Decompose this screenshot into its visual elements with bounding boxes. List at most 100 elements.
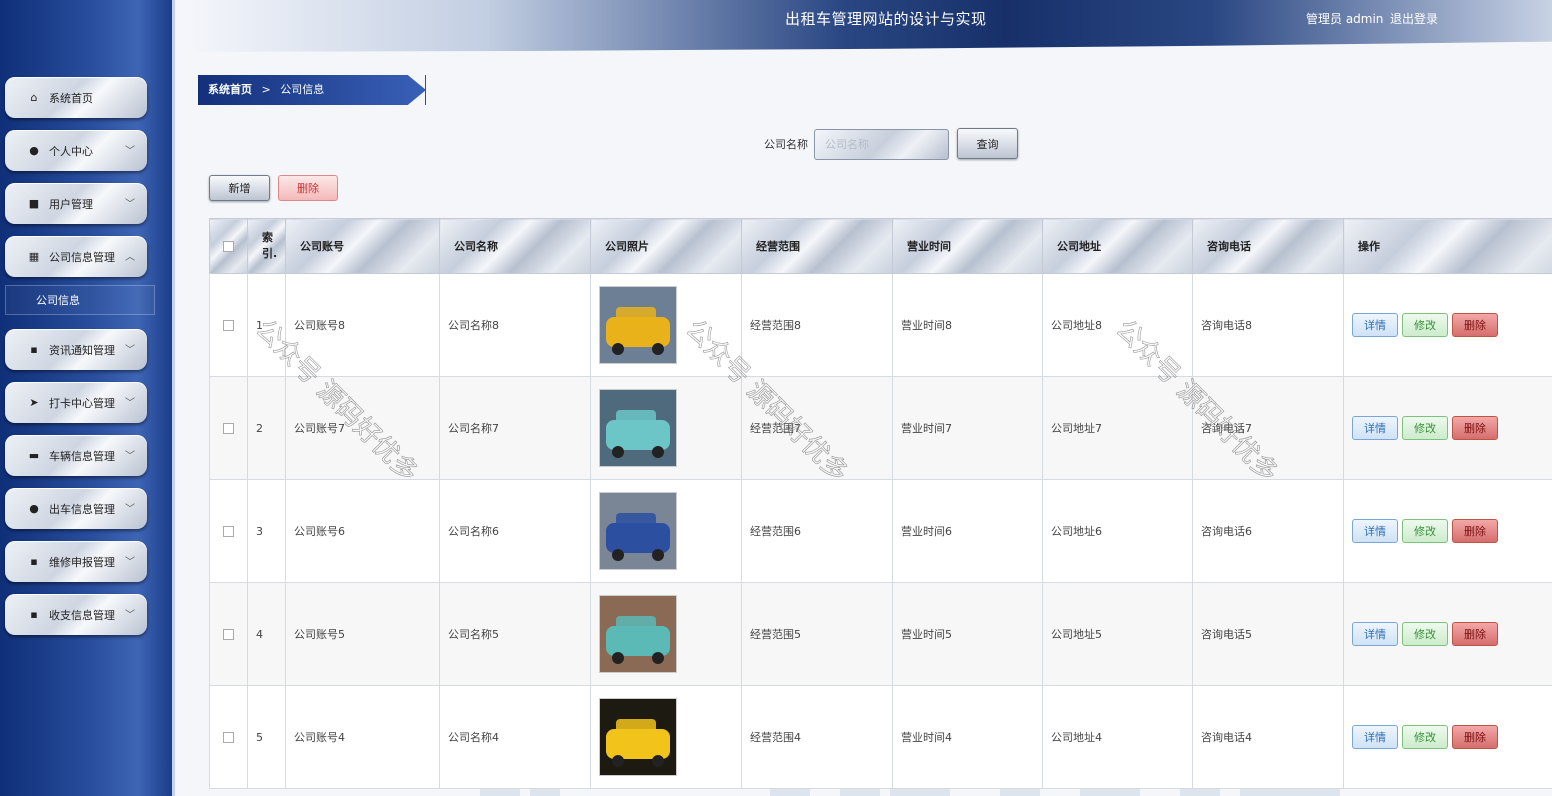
row-checkbox[interactable]: [222, 732, 234, 743]
cell-name: 公司名称8: [439, 273, 591, 377]
detail-button[interactable]: 详情: [1352, 416, 1398, 440]
row-select-cell[interactable]: [209, 273, 248, 377]
cell-photo: [590, 479, 742, 583]
edit-button[interactable]: 修改: [1402, 622, 1448, 646]
sidebar-item-3[interactable]: ▦ 公司信息管理 ︿: [5, 236, 147, 277]
cell-address: 公司地址6: [1042, 479, 1193, 583]
user-icon: ●: [29, 144, 39, 157]
batch-delete-button[interactable]: 删除: [278, 175, 338, 201]
cell-index: 1: [247, 273, 286, 377]
sidebar-item-6[interactable]: ▬ 车辆信息管理 ﹀: [5, 435, 147, 476]
breadcrumb-home[interactable]: 系统首页: [208, 83, 252, 96]
detail-button[interactable]: 详情: [1352, 622, 1398, 646]
cell-account: 公司账号5: [285, 582, 440, 686]
cell-scope: 经营范围8: [741, 273, 893, 377]
cell-address: 公司地址7: [1042, 376, 1193, 480]
sidebar: ⌂ 系统首页 ● 个人中心 ﹀ ■ 用户管理 ﹀ ▦ 公司信息管理 ︿ 公司信息 ▪ 资讯通知管理 ﹀ ➤ 打卡…: [0, 0, 175, 796]
header-hours: 营业时间: [892, 218, 1043, 274]
cell-account: 公司账号6: [285, 479, 440, 583]
company-name-search-input[interactable]: [814, 129, 949, 160]
cell-photo: [590, 582, 742, 686]
chevron-down-icon: ﹀: [125, 504, 135, 515]
detail-button[interactable]: 详情: [1352, 519, 1398, 543]
detail-button[interactable]: 详情: [1352, 313, 1398, 337]
company-photo: [599, 389, 677, 467]
delete-button[interactable]: 删除: [1452, 519, 1498, 543]
edit-button[interactable]: 修改: [1402, 416, 1448, 440]
row-select-cell[interactable]: [209, 376, 248, 480]
edit-button[interactable]: 修改: [1402, 519, 1448, 543]
breadcrumb-current: 公司信息: [280, 83, 325, 96]
grid-icon: ▪: [30, 555, 38, 568]
row-select-cell[interactable]: [209, 582, 248, 686]
cell-index: 2: [247, 376, 286, 480]
chevron-down-icon: ﹀: [125, 345, 135, 356]
sidebar-item-5[interactable]: ➤ 打卡中心管理 ﹀: [5, 382, 147, 423]
breadcrumb-separator: >: [261, 83, 271, 96]
cell-operations: 详情 修改 删除: [1343, 376, 1552, 480]
delete-button[interactable]: 删除: [1452, 622, 1498, 646]
search-button[interactable]: 查询: [957, 128, 1018, 159]
row-select-cell[interactable]: [209, 685, 248, 789]
cell-phone: 咨询电话8: [1192, 273, 1344, 377]
home-icon: ⌂: [30, 91, 38, 104]
row-checkbox[interactable]: [222, 629, 234, 640]
cell-phone: 咨询电话7: [1192, 376, 1344, 480]
add-button[interactable]: 新增: [209, 175, 270, 201]
row-checkbox[interactable]: [222, 526, 234, 537]
breadcrumb: 系统首页 > 公司信息: [198, 75, 426, 105]
grid-icon: ▦: [28, 250, 40, 263]
sidebar-item-label: 用户管理: [49, 197, 93, 211]
cell-index: 3: [247, 479, 286, 583]
cell-scope: 经营范围6: [741, 479, 893, 583]
sidebar-item-8[interactable]: ▪ 维修申报管理 ﹀: [5, 541, 147, 582]
table-row: 3 公司账号6 公司名称6 经营范围6 营业时间6 公司地址6 咨询电话6 详情 修改 删除: [209, 479, 1552, 583]
row-checkbox[interactable]: [222, 320, 234, 331]
delete-button[interactable]: 删除: [1452, 725, 1498, 749]
cell-name: 公司名称6: [439, 479, 591, 583]
sidebar-item-7[interactable]: ● 出车信息管理 ﹀: [5, 488, 147, 529]
grid-icon: ▪: [30, 608, 38, 621]
chevron-down-icon: ﹀: [125, 557, 135, 568]
table-row: 2 公司账号7 公司名称7 经营范围7 营业时间7 公司地址7 咨询电话7 详情 修改 删除: [209, 376, 1552, 480]
select-all-cell[interactable]: [209, 218, 248, 274]
cell-scope: 经营范围4: [741, 685, 893, 789]
cell-name: 公司名称5: [439, 582, 591, 686]
cell-scope: 经营范围7: [741, 376, 893, 480]
company-table-container: 索引. 公司账号 公司名称 公司照片 经营范围 营业时间 公司地址 咨询电话 操…: [209, 218, 1552, 796]
cell-address: 公司地址8: [1042, 273, 1193, 377]
logout-link[interactable]: 退出登录: [1390, 10, 1438, 27]
header-account: 公司账号: [285, 218, 440, 274]
chevron-up-icon: ︿: [125, 252, 135, 263]
sidebar-subitem-company-info[interactable]: 公司信息: [5, 285, 155, 315]
select-all-checkbox[interactable]: [222, 241, 234, 252]
sidebar-item-9[interactable]: ▪ 收支信息管理 ﹀: [5, 594, 147, 635]
cell-phone: 咨询电话4: [1192, 685, 1344, 789]
sidebar-item-4[interactable]: ▪ 资讯通知管理 ﹀: [5, 329, 147, 370]
sidebar-item-1[interactable]: ● 个人中心 ﹀: [5, 130, 147, 171]
delete-button[interactable]: 删除: [1452, 313, 1498, 337]
sidebar-item-0[interactable]: ⌂ 系统首页: [5, 77, 147, 118]
sidebar-item-label: 资讯通知管理: [49, 343, 115, 357]
company-photo: [599, 492, 677, 570]
edit-button[interactable]: 修改: [1402, 725, 1448, 749]
header-address: 公司地址: [1042, 218, 1193, 274]
sidebar-item-2[interactable]: ■ 用户管理 ﹀: [5, 183, 147, 224]
delete-button[interactable]: 删除: [1452, 416, 1498, 440]
grid-icon: ▪: [30, 343, 38, 356]
sidebar-menu: ⌂ 系统首页 ● 个人中心 ﹀ ■ 用户管理 ﹀ ▦ 公司信息管理 ︿ 公司信息 ▪ 资讯通知管理 ﹀ ➤ 打卡…: [5, 77, 165, 647]
sidebar-item-label: 系统首页: [49, 91, 93, 105]
cell-account: 公司账号8: [285, 273, 440, 377]
row-select-cell[interactable]: [209, 479, 248, 583]
chevron-down-icon: ﹀: [125, 199, 135, 210]
row-checkbox[interactable]: [222, 423, 234, 434]
id-card-icon: ■: [28, 197, 40, 210]
edit-button[interactable]: 修改: [1402, 313, 1448, 337]
cell-hours: 营业时间4: [892, 685, 1043, 789]
sidebar-item-label: 公司信息管理: [49, 250, 115, 264]
chevron-down-icon: ﹀: [125, 451, 135, 462]
detail-button[interactable]: 详情: [1352, 725, 1398, 749]
chevron-down-icon: ﹀: [125, 610, 135, 621]
cell-hours: 营业时间5: [892, 582, 1043, 686]
header-name: 公司名称: [439, 218, 591, 274]
